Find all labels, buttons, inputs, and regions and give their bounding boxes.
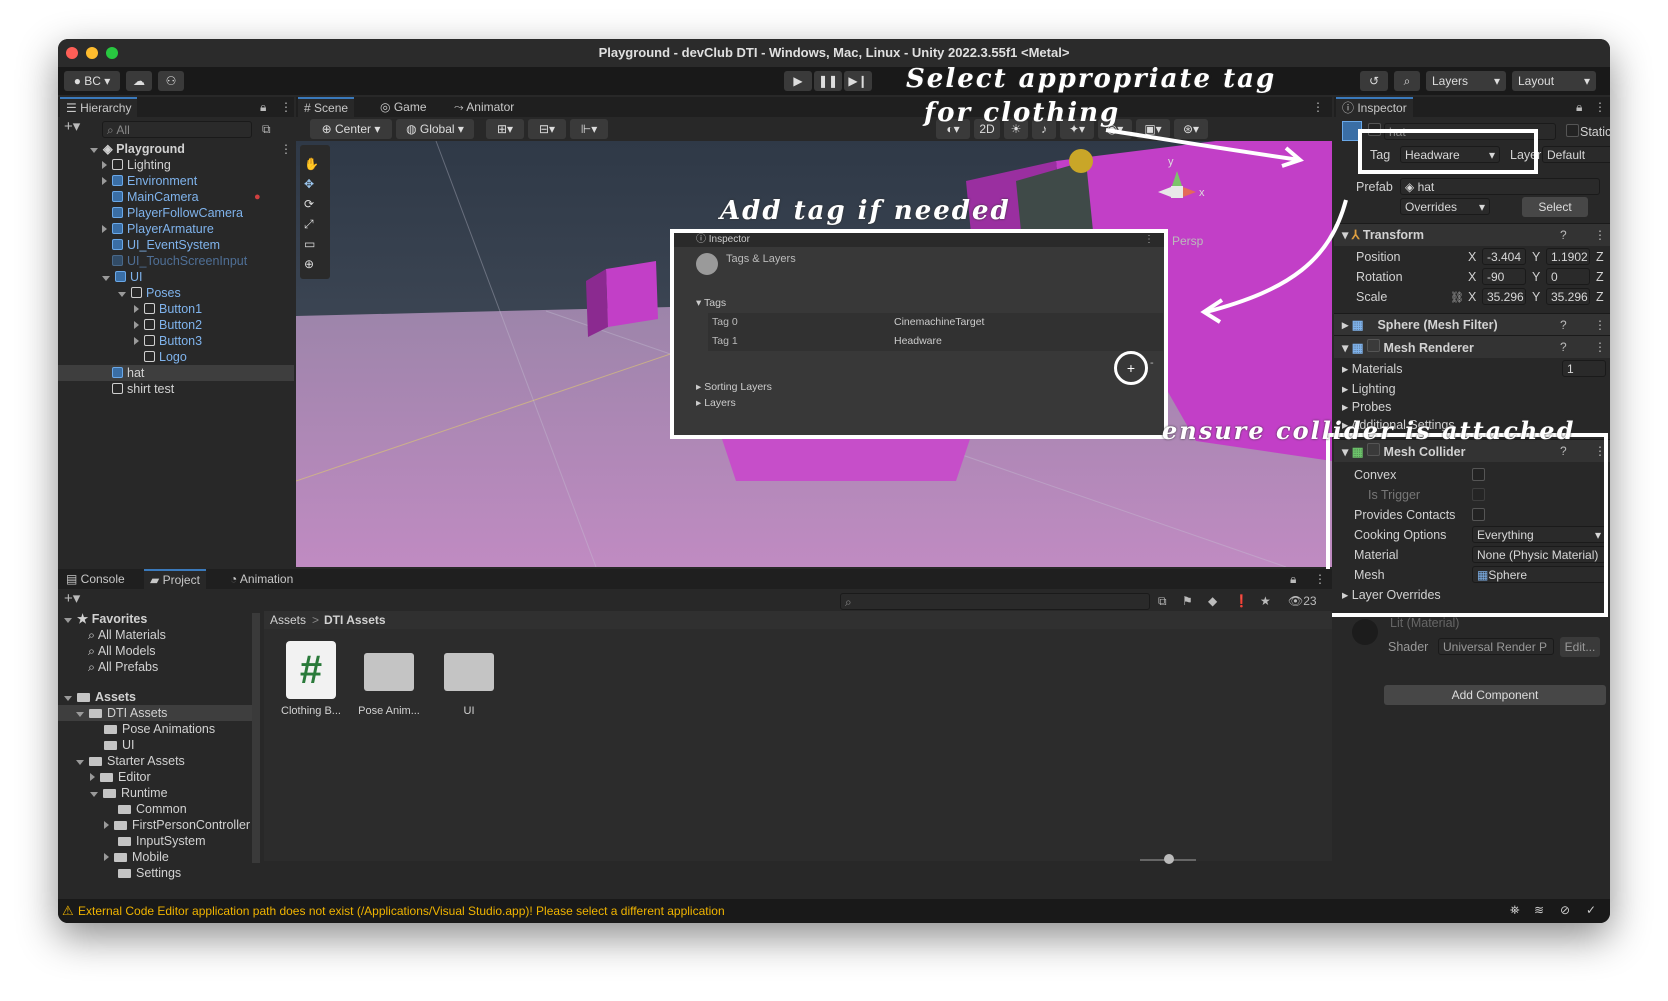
annotation-arrows — [1105, 128, 1348, 324]
annotation-add-tag: Add tag if needed — [720, 196, 1011, 226]
annotation-select-tag-line2: for clothing — [924, 98, 1121, 128]
annotation-select-tag-line1: Select appropriate tag — [906, 64, 1277, 94]
annotation-collider: ensure collider is attached — [1162, 416, 1576, 445]
